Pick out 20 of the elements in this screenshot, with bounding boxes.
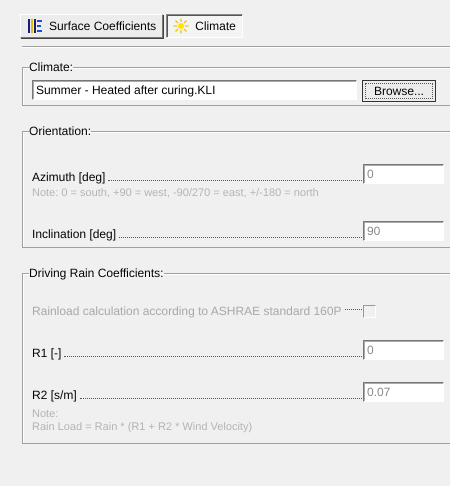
field-label: R2 [s/m] <box>32 388 77 402</box>
tab[interactable]: Surface Coefficients <box>20 14 164 38</box>
field-label: R1 [-] <box>32 346 62 360</box>
browse-button[interactable]: Browse... <box>362 80 436 102</box>
tab[interactable]: Climate <box>166 14 243 38</box>
note-text: Note: Rain Load = Rain * (R1 + R2 * Wind Velocity) <box>32 408 254 434</box>
number-field[interactable]: 0.07 <box>363 382 444 402</box>
group-title: Driving Rain Coefficients: <box>29 266 164 280</box>
field-label: Azimuth [deg] <box>32 170 106 184</box>
climate-file-field[interactable]: Summer - Heated after curing.KLI <box>32 80 357 100</box>
field-label: Inclination [deg] <box>32 227 116 241</box>
number-field[interactable]: 0 <box>363 340 444 360</box>
sun-icon <box>173 18 190 34</box>
number-field[interactable]: 0 <box>363 164 444 184</box>
note-text: Note: 0 = south, +90 = west, -90/270 = east, +/-180 = north <box>32 187 320 199</box>
field-label: Rainload calculation according to ASHRAE standard 160P <box>32 304 342 318</box>
group-title: Orientation: <box>29 124 92 138</box>
group-title: Climate: <box>29 60 74 74</box>
number-field[interactable]: 90 <box>363 221 444 241</box>
bars-icon <box>27 18 43 34</box>
